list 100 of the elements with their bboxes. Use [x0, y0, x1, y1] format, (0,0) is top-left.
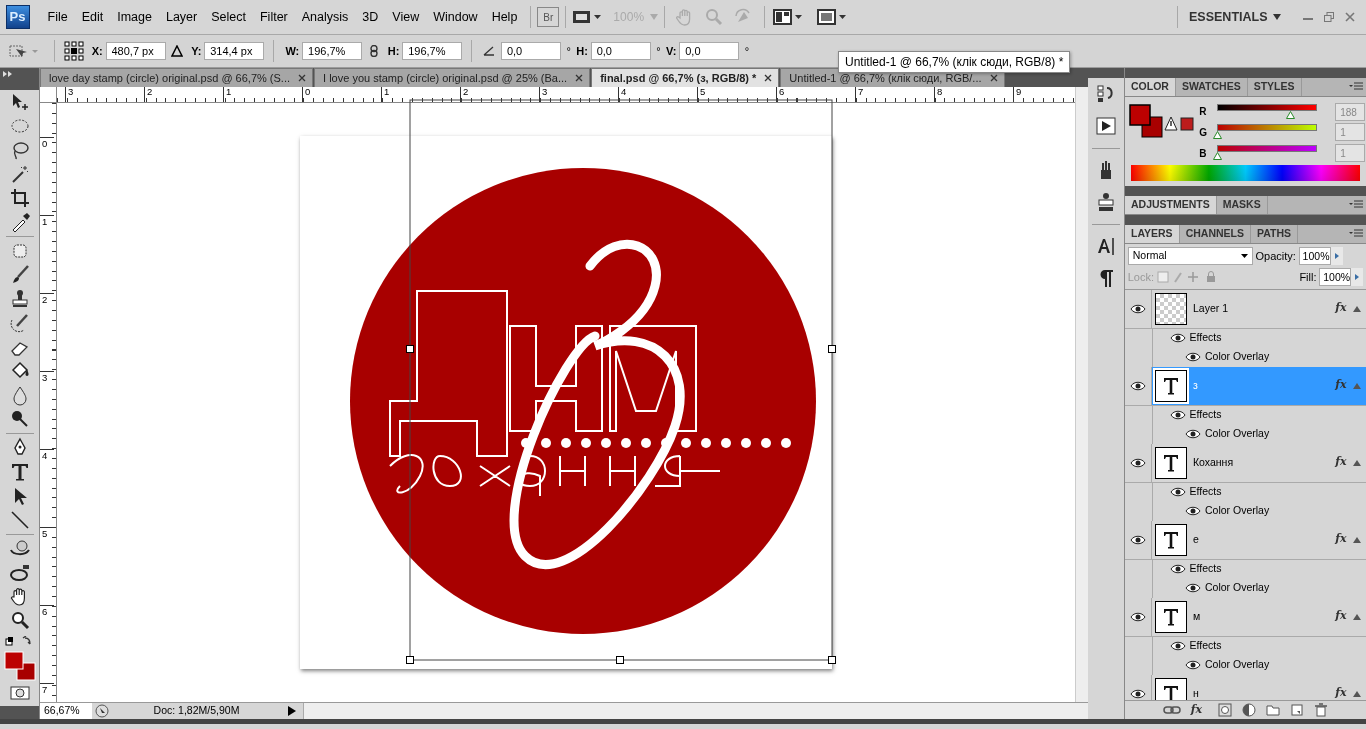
close-icon[interactable]: [989, 74, 998, 82]
layer-row[interactable]: Layer 1 fx: [1125, 289, 1366, 329]
color-swatches-icon[interactable]: [1127, 102, 1164, 141]
close-icon[interactable]: [298, 74, 307, 82]
trash-icon[interactable]: [1314, 703, 1329, 717]
status-menu-icon[interactable]: [94, 704, 109, 718]
actions-icon[interactable]: [1095, 115, 1117, 137]
document-tab[interactable]: love day stamp (circle) original.psd @ 66,7% (S...: [40, 68, 314, 87]
input-field[interactable]: 0,0: [679, 42, 740, 60]
screen-mode-icon[interactable]: [817, 9, 848, 25]
layer-row[interactable]: м fx: [1125, 597, 1366, 637]
effects-row[interactable]: Effects: [1152, 482, 1366, 502]
eye-icon[interactable]: [1185, 351, 1201, 363]
restore-icon[interactable]: [1324, 12, 1334, 22]
input-field[interactable]: 480,7 px: [105, 42, 166, 60]
menu-item[interactable]: Edit: [74, 5, 111, 29]
effect-row[interactable]: Color Overlay: [1152, 347, 1366, 367]
effects-row[interactable]: Effects: [1152, 405, 1366, 425]
panel-tab[interactable]: PATHS: [1251, 225, 1298, 244]
document-tab[interactable]: I love you stamp (circle) original.psd @ 25% (Ba...: [314, 68, 591, 87]
vertical-scrollbar[interactable]: [1075, 87, 1088, 702]
collapse-arrows-icon[interactable]: [2, 70, 13, 77]
eye-icon[interactable]: [1130, 456, 1146, 469]
eye-icon[interactable]: [1130, 302, 1146, 315]
panel-tab[interactable]: MASKS: [1216, 196, 1268, 215]
input-field[interactable]: 314,4 px: [204, 42, 265, 60]
expand-arrow-icon[interactable]: [1352, 459, 1361, 466]
eye-icon[interactable]: [1185, 659, 1201, 671]
caret-icon[interactable]: [1273, 14, 1281, 20]
input-field[interactable]: 0,0: [590, 42, 651, 60]
stepper-icon[interactable]: [1351, 267, 1364, 286]
character-icon[interactable]: [1095, 235, 1117, 257]
blend-mode-dropdown[interactable]: Normal: [1127, 247, 1253, 265]
color-swatches-icon[interactable]: [3, 650, 36, 681]
menu-item[interactable]: Select: [204, 5, 253, 29]
close-icon[interactable]: [764, 74, 773, 82]
eye-icon[interactable]: [1130, 610, 1146, 623]
workspace-switcher[interactable]: ESSENTIALS: [1189, 7, 1268, 27]
close-icon[interactable]: [575, 74, 584, 82]
eye-icon[interactable]: [1130, 379, 1146, 392]
line-tool-icon[interactable]: [8, 509, 31, 531]
slider-thumb[interactable]: [1213, 131, 1223, 140]
panel-tab[interactable]: CHANNELS: [1179, 225, 1251, 244]
panel-tab[interactable]: COLOR: [1125, 78, 1176, 96]
slider-thumb[interactable]: [1213, 152, 1223, 160]
eye-icon[interactable]: [1185, 505, 1201, 517]
eye-icon[interactable]: [1130, 687, 1146, 700]
effect-row[interactable]: Color Overlay: [1152, 501, 1366, 521]
eye-icon[interactable]: [1169, 640, 1186, 652]
layer-row[interactable]: з fx: [1125, 366, 1366, 406]
menu-item[interactable]: 3D: [355, 5, 386, 29]
orbit-3d-icon[interactable]: [8, 562, 31, 584]
slider-track[interactable]: [1214, 103, 1319, 120]
layer-row[interactable]: е fx: [1125, 520, 1366, 560]
ruler-origin[interactable]: [40, 87, 57, 103]
document-tab[interactable]: final.psd @ 66,7% (з, RGB/8) *: [591, 68, 780, 87]
slider-track[interactable]: [1214, 124, 1319, 141]
expand-arrow-icon[interactable]: [1352, 613, 1361, 620]
slider-track[interactable]: [1214, 145, 1319, 161]
expand-arrow-icon[interactable]: [1352, 690, 1361, 697]
menu-item[interactable]: Image: [110, 5, 159, 29]
eye-icon[interactable]: [1169, 563, 1186, 575]
reference-point-icon[interactable]: [63, 41, 84, 61]
eye-icon[interactable]: [1169, 332, 1186, 344]
eye-icon[interactable]: [1185, 582, 1201, 594]
bridge-button[interactable]: Br: [537, 7, 560, 27]
input-field[interactable]: 0,0: [500, 42, 561, 60]
link-layers-icon[interactable]: [1162, 705, 1181, 715]
film-strip-icon[interactable]: [572, 9, 603, 25]
expand-arrow-icon[interactable]: [1352, 382, 1361, 389]
panel-tab[interactable]: SWATCHES: [1175, 78, 1248, 96]
eye-icon[interactable]: [1185, 428, 1201, 440]
add-style-button[interactable]: fx: [1190, 701, 1203, 719]
effects-row[interactable]: Effects: [1152, 559, 1366, 579]
horizontal-scrollbar[interactable]: [302, 703, 1088, 719]
eye-icon[interactable]: [1169, 409, 1186, 421]
menu-item[interactable]: Help: [484, 5, 525, 29]
eye-icon[interactable]: [1169, 486, 1186, 498]
layer-row[interactable]: Кохання fx: [1125, 443, 1366, 483]
panel-tab[interactable]: LAYERS: [1125, 225, 1180, 244]
adjustment-icon[interactable]: [1242, 703, 1257, 717]
folder-icon[interactable]: [1266, 703, 1281, 717]
input-field[interactable]: 196,7%: [302, 42, 363, 60]
menu-item[interactable]: Window: [426, 5, 485, 29]
clone-source-icon[interactable]: [1095, 191, 1117, 213]
transform-bounding-box[interactable]: [406, 99, 836, 664]
menu-item[interactable]: Layer: [158, 5, 205, 29]
menu-item[interactable]: Filter: [253, 5, 295, 29]
effect-row[interactable]: Color Overlay: [1152, 655, 1366, 675]
zoom-field[interactable]: 66,67%: [40, 703, 92, 719]
mask-icon[interactable]: [1218, 703, 1233, 717]
expand-arrow-icon[interactable]: [1352, 305, 1361, 312]
input-field[interactable]: 196,7%: [402, 42, 463, 60]
eye-icon[interactable]: [1130, 533, 1146, 546]
expand-arrow-icon[interactable]: [1352, 536, 1361, 543]
play-icon[interactable]: [287, 705, 297, 717]
color-spectrum[interactable]: [1131, 164, 1360, 181]
effects-row[interactable]: Effects: [1152, 636, 1366, 656]
crop-tool-icon[interactable]: [8, 187, 31, 209]
effects-row[interactable]: Effects: [1152, 328, 1366, 348]
